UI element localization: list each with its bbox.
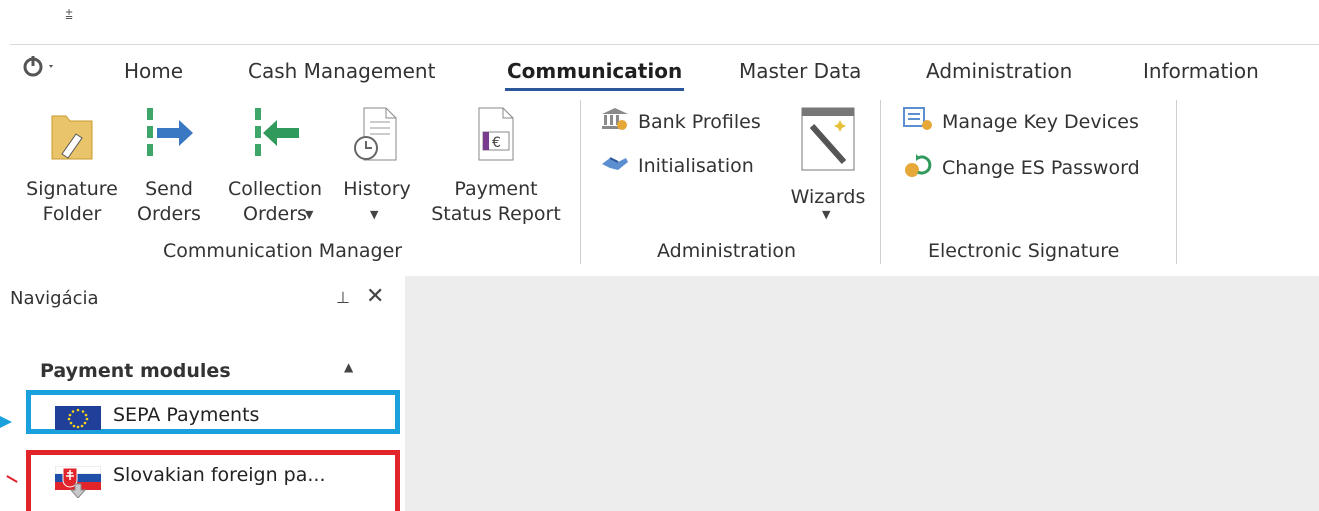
group-separator [880,100,881,264]
bank-icon [600,106,630,137]
key-refresh-icon [902,152,934,183]
tab-information[interactable]: Information [1143,59,1259,83]
collection-orders-label: Collection Orders [220,177,330,227]
group-label-administration: Administration [657,240,797,262]
payment-status-report-icon: € [422,106,570,171]
manage-key-devices-label: Manage Key Devices [942,110,1139,133]
collection-orders-dropdown-icon[interactable]: ▼ [305,208,313,221]
key-device-icon [902,106,934,137]
navigation-panel: Navigácia ⊥ ✕ Payment modules ▲ SEPA Pay… [0,276,405,511]
group-separator [580,100,581,264]
change-es-password-label: Change ES Password [942,156,1140,179]
callout-arrow-red [6,475,18,483]
wizards-label: Wizards [790,186,866,208]
group-label-communication-manager: Communication Manager [163,240,403,262]
initialisation-label: Initialisation [638,154,754,177]
quick-access-toolbar-customize-icon[interactable]: ⩲ [62,6,76,26]
payment-status-report-button[interactable]: € Payment Status Report [422,106,570,227]
callout-arrow-blue [0,416,12,428]
wizards-dropdown-icon[interactable]: ▼ [822,208,830,221]
navigation-panel-title: Navigácia [10,288,99,309]
history-button[interactable]: History [340,106,414,202]
nav-item-slovakian-foreign-payments[interactable]: Slovakian foreign pa... [26,450,400,511]
signature-folder-button[interactable]: Signature Folder [18,106,126,227]
send-orders-button[interactable]: Send Orders [136,106,202,227]
svg-text:€: € [492,135,501,151]
tab-communication[interactable]: Communication [504,59,685,91]
main-content-area [405,276,1319,511]
collection-orders-button[interactable]: Collection Orders [220,106,330,227]
payment-status-report-label: Payment Status Report [431,178,561,225]
history-label: History [343,178,411,200]
send-orders-label: Send Orders [137,178,201,225]
pin-icon[interactable]: ⊥ [336,288,350,307]
wizards-button[interactable]: Wizards [786,106,870,210]
send-arrow-icon [136,106,202,171]
change-es-password-button[interactable]: Change ES Password [902,152,1140,183]
tab-home[interactable]: Home [124,59,183,83]
group-separator [1176,100,1177,264]
history-document-clock-icon [340,106,414,171]
tab-cash-management[interactable]: Cash Management [248,59,435,83]
nav-item-label: Slovakian foreign pa... [113,464,326,486]
group-label-electronic-signature: Electronic Signature [928,240,1120,262]
wizard-wand-icon [786,106,870,179]
eu-flag-icon [55,406,101,430]
collect-arrow-icon [220,106,330,171]
initialisation-button[interactable]: Initialisation [600,152,754,179]
manage-key-devices-button[interactable]: Manage Key Devices [902,106,1139,137]
nav-item-sepa-payments[interactable]: SEPA Payments [26,390,400,434]
history-dropdown-icon[interactable]: ▼ [370,208,378,221]
slovak-flag-icon [54,465,102,499]
nav-item-label: SEPA Payments [113,404,260,426]
bank-profiles-label: Bank Profiles [638,110,761,133]
bank-profiles-button[interactable]: Bank Profiles [600,106,761,137]
ribbon: Signature Folder Send Orders Collection [10,92,1319,276]
tab-administration[interactable]: Administration [926,59,1072,83]
ribbon-tab-bar: Home Cash Management Communication Maste… [10,44,1319,93]
signature-folder-label: Signature Folder [26,178,118,225]
handshake-icon [600,152,630,179]
payment-modules-header[interactable]: Payment modules [40,360,231,382]
tab-master-data[interactable]: Master Data [739,59,861,83]
collapse-section-icon[interactable]: ▲ [344,360,353,374]
folder-pen-icon [18,106,126,171]
close-icon[interactable]: ✕ [366,284,384,309]
power-icon[interactable] [22,55,53,79]
